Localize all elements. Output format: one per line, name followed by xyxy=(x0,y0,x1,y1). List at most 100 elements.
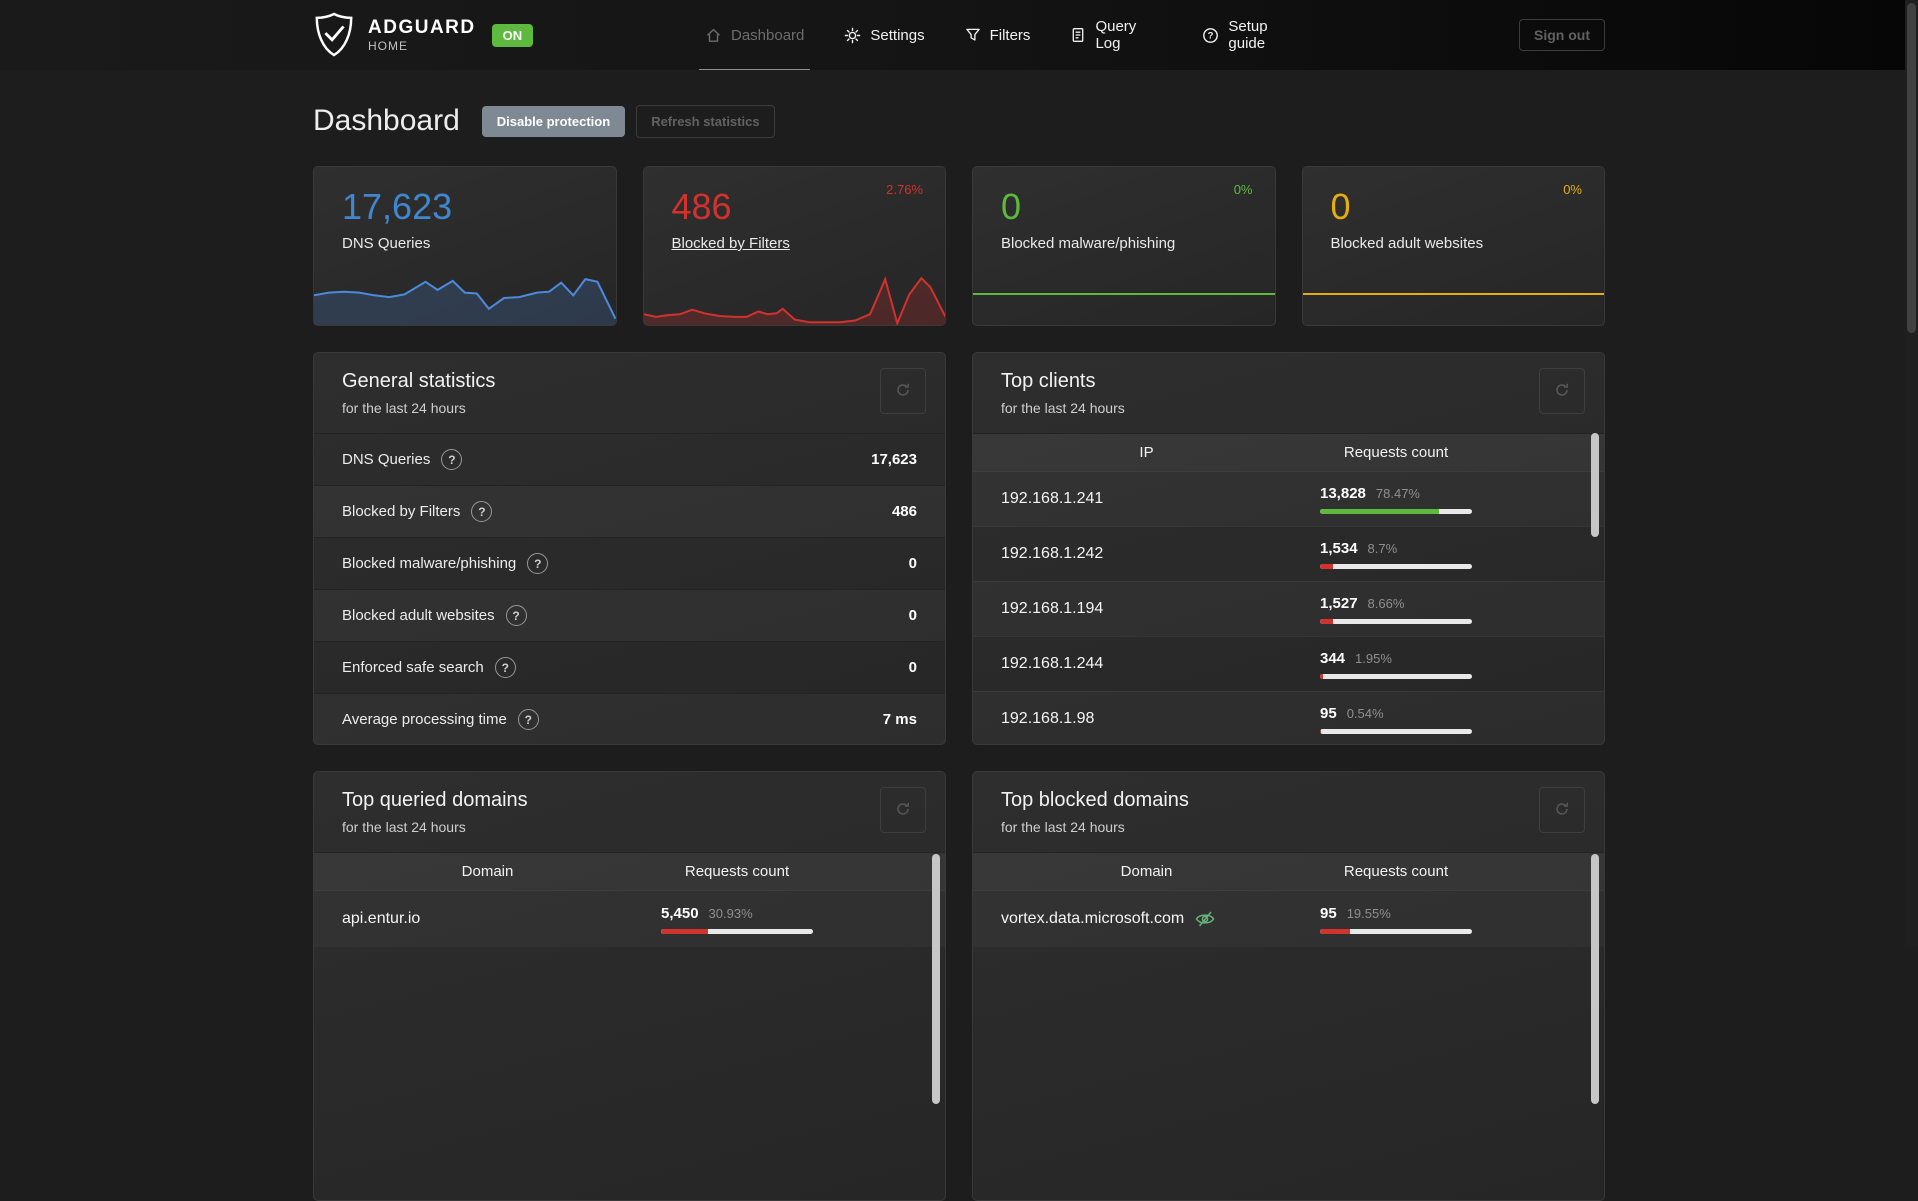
table-header: Domain Requests count xyxy=(973,852,1604,890)
domain-name[interactable]: vortex.data.microsoft.com xyxy=(973,909,1320,929)
refresh-statistics-button[interactable]: Refresh statistics xyxy=(636,104,775,138)
requests-bar xyxy=(661,928,813,934)
refresh-icon xyxy=(1554,382,1570,401)
nav-item-label: Filters xyxy=(989,26,1031,44)
blocked-filters-percent: 2.76% xyxy=(886,182,923,197)
requests-bar xyxy=(1320,928,1472,934)
refresh-card-button[interactable] xyxy=(880,368,926,414)
requests-bar xyxy=(1320,728,1472,734)
card-title: Top queried domains xyxy=(342,789,528,811)
nav-item-setup-guide[interactable]: ? Setup guide xyxy=(1202,0,1305,70)
client-ip[interactable]: 192.168.1.242 xyxy=(973,545,1320,563)
table-row: 192.168.1.242 1,534 8.7% xyxy=(973,526,1604,581)
table-row: 192.168.1.244 344 1.95% xyxy=(973,636,1604,691)
stat-row-processing-time: Average processing time? 7 ms xyxy=(314,693,945,744)
gear-icon xyxy=(844,27,861,44)
dns-queries-sparkline xyxy=(314,271,616,325)
window-scrollbar-thumb[interactable] xyxy=(1907,3,1916,333)
blocked-filters-sparkline xyxy=(643,271,945,325)
main-nav: Dashboard Settings Filters Query Log ? S… xyxy=(698,0,1305,70)
stat-value: 486 xyxy=(891,503,917,520)
table-row: 192.168.1.194 1,527 8.66% xyxy=(973,581,1604,636)
disable-protection-button[interactable]: Disable protection xyxy=(481,105,626,137)
dns-queries-label: DNS Queries xyxy=(342,235,431,252)
stat-cards-row: 17,623 DNS Queries 486 Blocked by Filter… xyxy=(313,166,1605,326)
card-subtitle: for the last 24 hours xyxy=(342,819,466,835)
dashboard-page: Dashboard Disable protection Refresh sta… xyxy=(313,104,1605,1201)
document-icon xyxy=(1070,27,1086,43)
refresh-card-button[interactable] xyxy=(1539,368,1585,414)
window-scrollbar[interactable] xyxy=(1905,0,1918,947)
client-ip[interactable]: 192.168.1.244 xyxy=(973,655,1320,673)
client-ip[interactable]: 192.168.1.98 xyxy=(973,710,1320,728)
page-title: Dashboard xyxy=(313,104,460,137)
table-scrollbar[interactable] xyxy=(1591,854,1599,1104)
card-title: Top clients xyxy=(1001,370,1096,392)
refresh-icon xyxy=(895,382,911,401)
top-blocked-rows: vortex.data.microsoft.com 95 19.55% xyxy=(973,890,1604,947)
card-subtitle: for the last 24 hours xyxy=(342,400,466,416)
help-icon[interactable]: ? xyxy=(527,553,549,574)
stat-card-blocked-malware: 0 Blocked malware/phishing 0% xyxy=(972,166,1276,326)
card-title: Top blocked domains xyxy=(1001,789,1189,811)
refresh-card-button[interactable] xyxy=(880,787,926,833)
table-row: 192.168.1.241 13,828 78.47% xyxy=(973,471,1604,526)
blocked-filters-link[interactable]: Blocked by Filters xyxy=(672,235,790,252)
brand-name: ADGUARD xyxy=(368,17,476,38)
table-row: 192.168.1.98 95 0.54% xyxy=(973,691,1604,744)
nav-item-label: Dashboard xyxy=(731,26,805,44)
nav-item-label: Query Log xyxy=(1095,18,1137,52)
refresh-icon xyxy=(895,801,911,820)
adguard-shield-logo xyxy=(315,12,353,57)
blocked-adult-label: Blocked adult websites xyxy=(1330,235,1484,252)
stat-card-blocked-adult: 0 Blocked adult websites 0% xyxy=(1301,166,1605,326)
requests-bar xyxy=(1320,563,1472,569)
nav-item-settings[interactable]: Settings xyxy=(844,0,925,70)
table-header: IP Requests count xyxy=(973,433,1604,471)
nav-item-label: Settings xyxy=(870,26,925,44)
dns-queries-count: 17,623 xyxy=(342,186,453,227)
table-row: vortex.data.microsoft.com 95 19.55% xyxy=(973,890,1604,947)
stat-value: 7 ms xyxy=(882,711,917,728)
top-blocked-domains-card: Top blocked domains for the last 24 hour… xyxy=(972,771,1605,1201)
stat-row-blocked-malware: Blocked malware/phishing? 0 xyxy=(314,537,945,589)
brand-sub: HOME xyxy=(368,39,408,53)
eye-off-icon[interactable] xyxy=(1195,909,1215,929)
brand[interactable]: ADGUARD HOME ON xyxy=(313,12,534,58)
stat-card-dns-queries: 17,623 DNS Queries xyxy=(313,166,617,326)
refresh-card-button[interactable] xyxy=(1539,787,1585,833)
protection-status-badge: ON xyxy=(491,23,534,47)
top-navbar: ADGUARD HOME ON Dashboard Settings Filte… xyxy=(0,0,1918,70)
sign-out-button[interactable]: Sign out xyxy=(1519,19,1605,51)
blocked-malware-percent: 0% xyxy=(1233,182,1253,197)
nav-item-filters[interactable]: Filters xyxy=(965,0,1031,70)
domain-name[interactable]: api.entur.io xyxy=(314,910,661,928)
stat-row-dns-queries: DNS Queries? 17,623 xyxy=(314,433,945,485)
top-queried-domains-card: Top queried domains for the last 24 hour… xyxy=(313,771,946,1201)
refresh-icon xyxy=(1554,801,1570,820)
blocked-malware-label: Blocked malware/phishing xyxy=(1001,235,1176,252)
requests-bar xyxy=(1320,618,1472,624)
stat-card-blocked-by-filters: 486 Blocked by Filters 2.76% xyxy=(642,166,946,326)
help-icon[interactable]: ? xyxy=(505,605,527,626)
general-statistics-card: General statistics for the last 24 hours… xyxy=(313,352,946,745)
table-scrollbar[interactable] xyxy=(1591,433,1599,537)
blocked-adult-percent: 0% xyxy=(1563,182,1582,197)
stat-value: 0 xyxy=(908,555,917,572)
nav-item-dashboard[interactable]: Dashboard xyxy=(698,0,811,70)
blocked-adult-flatline xyxy=(1302,293,1604,295)
question-circle-icon: ? xyxy=(1202,27,1219,44)
help-icon[interactable]: ? xyxy=(517,709,539,730)
table-scrollbar[interactable] xyxy=(932,854,940,1104)
card-subtitle: for the last 24 hours xyxy=(1001,819,1125,835)
stat-row-safe-search: Enforced safe search? 0 xyxy=(314,641,945,693)
client-ip[interactable]: 192.168.1.194 xyxy=(973,600,1320,618)
home-icon xyxy=(705,27,722,44)
help-icon[interactable]: ? xyxy=(471,501,493,522)
stat-value: 0 xyxy=(908,607,917,624)
help-icon[interactable]: ? xyxy=(441,449,463,470)
top-queried-rows: api.entur.io 5,450 30.93% xyxy=(314,890,945,947)
help-icon[interactable]: ? xyxy=(494,657,516,678)
nav-item-query-log[interactable]: Query Log xyxy=(1070,0,1162,70)
client-ip[interactable]: 192.168.1.241 xyxy=(973,490,1320,508)
